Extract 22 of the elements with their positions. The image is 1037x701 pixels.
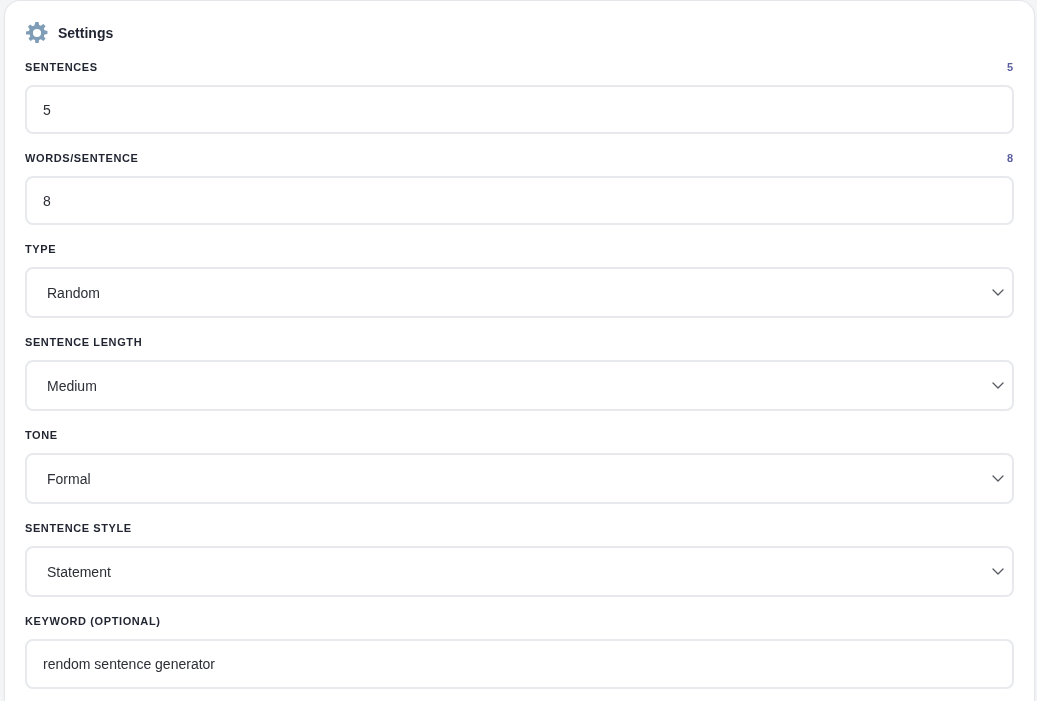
value-reading: 8 xyxy=(1006,152,1014,165)
number-input[interactable]: 5 xyxy=(25,85,1014,134)
field-label: WORDS/SENTENCE xyxy=(25,152,139,165)
select-dropdown[interactable]: Random xyxy=(25,267,1014,318)
field-label: SENTENCES xyxy=(25,61,98,74)
chevron-down-icon xyxy=(992,475,1004,482)
field-label: KEYWORD (OPTIONAL) xyxy=(25,615,161,628)
field-label: SENTENCE STYLE xyxy=(25,522,132,535)
panel-title: Settings xyxy=(58,25,114,41)
field-label: TONE xyxy=(25,429,58,442)
gear-icon xyxy=(26,22,48,44)
chevron-down-icon xyxy=(992,289,1004,296)
select-dropdown[interactable]: Statement xyxy=(25,546,1014,597)
select-dropdown[interactable]: Formal xyxy=(25,453,1014,504)
chevron-down-icon xyxy=(992,568,1004,575)
chevron-down-icon xyxy=(992,382,1004,389)
text-input[interactable]: rendom sentence generator xyxy=(25,639,1014,689)
number-input[interactable]: 8 xyxy=(25,176,1014,225)
field-label: SENTENCE LENGTH xyxy=(25,336,143,349)
select-dropdown[interactable]: Medium xyxy=(25,360,1014,411)
field-label: TYPE xyxy=(25,243,57,256)
value-reading: 5 xyxy=(1006,61,1014,74)
